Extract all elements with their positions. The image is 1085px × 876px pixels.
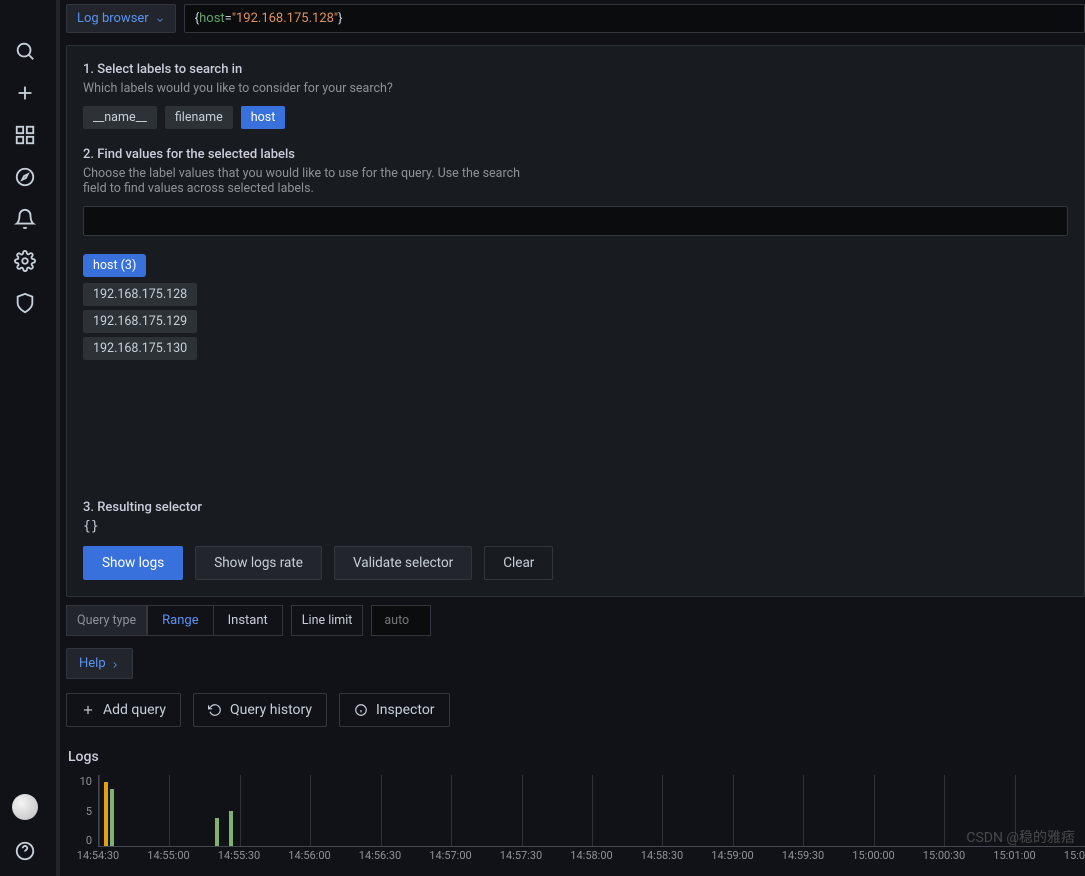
label-chip-host[interactable]: host bbox=[241, 106, 286, 129]
gear-icon[interactable] bbox=[14, 250, 36, 272]
search-icon[interactable] bbox=[14, 40, 36, 62]
x-tick: 14:56:00 bbox=[288, 849, 330, 862]
inspector-label: Inspector bbox=[376, 702, 435, 718]
x-tick: 14:54:30 bbox=[77, 849, 119, 862]
resulting-selector: {} bbox=[83, 519, 1068, 534]
compass-icon[interactable] bbox=[14, 166, 36, 188]
label-value-item[interactable]: 192.168.175.130 bbox=[83, 337, 197, 360]
chevron-down-icon bbox=[155, 14, 165, 24]
x-tick: 15:01:30 bbox=[1064, 849, 1085, 862]
y-tick: 10 bbox=[80, 775, 92, 788]
info-icon bbox=[354, 703, 368, 717]
x-tick: 14:59:30 bbox=[782, 849, 824, 862]
gridline bbox=[733, 775, 734, 846]
gridline bbox=[662, 775, 663, 846]
query-history-button[interactable]: Query history bbox=[193, 693, 327, 727]
y-tick: 0 bbox=[86, 834, 92, 847]
log-browser-button[interactable]: Log browser bbox=[66, 4, 176, 33]
main-content: Log browser {host="192.168.175.128"} 1. … bbox=[50, 0, 1085, 876]
query-history-label: Query history bbox=[230, 702, 312, 718]
label-chip-__name__[interactable]: __name__ bbox=[83, 106, 157, 129]
gridline bbox=[803, 775, 804, 846]
step1-title: 1. Select labels to search in bbox=[83, 62, 1068, 77]
query-type-label: Query type bbox=[66, 605, 147, 636]
bar-info[interactable] bbox=[229, 811, 233, 847]
value-group-header[interactable]: host (3) bbox=[83, 254, 146, 277]
inspector-button[interactable]: Inspector bbox=[339, 693, 450, 727]
help-button[interactable]: Help bbox=[66, 648, 133, 679]
plus-icon[interactable] bbox=[14, 82, 36, 104]
label-value-item[interactable]: 192.168.175.129 bbox=[83, 310, 197, 333]
nav-rail bbox=[0, 0, 50, 876]
show-logs-button[interactable]: Show logs bbox=[83, 546, 183, 580]
x-tick: 14:57:30 bbox=[500, 849, 542, 862]
step1-desc: Which labels would you like to consider … bbox=[83, 81, 1068, 96]
step2-desc: Choose the label values that you would l… bbox=[83, 166, 523, 196]
logs-title: Logs bbox=[68, 749, 1085, 765]
query-expression-input[interactable]: {host="192.168.175.128"} bbox=[184, 4, 1085, 33]
gridline bbox=[592, 775, 593, 846]
step2-title: 2. Find values for the selected labels bbox=[83, 147, 1068, 162]
show-logs-rate-button[interactable]: Show logs rate bbox=[195, 546, 322, 580]
bar-info[interactable] bbox=[110, 789, 114, 846]
add-query-button[interactable]: Add query bbox=[66, 693, 181, 727]
bar-warn[interactable] bbox=[104, 782, 108, 846]
divider bbox=[56, 0, 60, 876]
log-browser-panel: 1. Select labels to search in Which labe… bbox=[66, 45, 1085, 597]
line-limit-input[interactable] bbox=[371, 605, 431, 636]
logs-chart: 10 5 0 14:54:30 14:55:00 14:55:30 14:56:00 14:… bbox=[68, 775, 1085, 865]
gridline bbox=[240, 775, 241, 846]
gridline bbox=[381, 775, 382, 846]
x-tick: 14:58:00 bbox=[570, 849, 612, 862]
validate-selector-button[interactable]: Validate selector bbox=[334, 546, 472, 580]
help-label: Help bbox=[79, 656, 106, 671]
plus-icon bbox=[81, 703, 95, 717]
help-icon[interactable] bbox=[14, 840, 36, 862]
query-type-instant[interactable]: Instant bbox=[214, 605, 283, 636]
add-query-label: Add query bbox=[103, 702, 166, 718]
history-icon bbox=[208, 703, 222, 717]
chevron-right-icon bbox=[110, 659, 120, 669]
gridline bbox=[1015, 775, 1016, 846]
gridline bbox=[874, 775, 875, 846]
query-type-range[interactable]: Range bbox=[147, 605, 213, 636]
clear-button[interactable]: Clear bbox=[484, 546, 553, 580]
shield-icon[interactable] bbox=[14, 292, 36, 314]
x-tick: 14:57:00 bbox=[429, 849, 471, 862]
bar-info[interactable] bbox=[215, 818, 219, 846]
x-tick: 14:58:30 bbox=[641, 849, 683, 862]
bell-icon[interactable] bbox=[14, 208, 36, 230]
x-tick: 15:01:00 bbox=[993, 849, 1035, 862]
log-browser-label: Log browser bbox=[77, 11, 149, 26]
dashboards-icon[interactable] bbox=[14, 124, 36, 146]
x-tick: 15:00:00 bbox=[852, 849, 894, 862]
avatar[interactable] bbox=[12, 794, 38, 820]
line-limit-label: Line limit bbox=[291, 605, 364, 636]
label-value-search-input[interactable] bbox=[83, 206, 1068, 236]
step3-title: 3. Resulting selector bbox=[83, 500, 1068, 515]
x-tick: 14:59:00 bbox=[711, 849, 753, 862]
x-tick: 15:00:30 bbox=[923, 849, 965, 862]
gridline bbox=[169, 775, 170, 846]
y-tick: 5 bbox=[86, 805, 92, 818]
gridline bbox=[522, 775, 523, 846]
gridline bbox=[310, 775, 311, 846]
label-chip-filename[interactable]: filename bbox=[165, 106, 233, 129]
gridline bbox=[944, 775, 945, 846]
x-tick: 14:55:30 bbox=[218, 849, 260, 862]
x-tick: 14:55:00 bbox=[147, 849, 189, 862]
x-tick: 14:56:30 bbox=[359, 849, 401, 862]
gridline bbox=[99, 775, 100, 846]
label-value-item[interactable]: 192.168.175.128 bbox=[83, 283, 197, 306]
gridline bbox=[451, 775, 452, 846]
